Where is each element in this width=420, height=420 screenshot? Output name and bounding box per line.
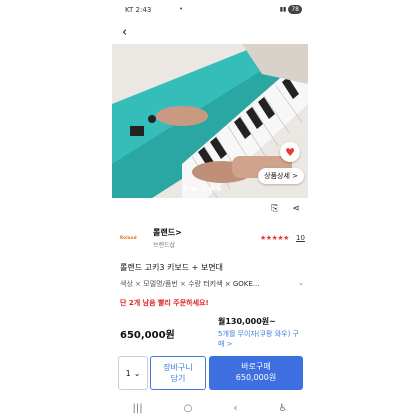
status-time: KT 2:43 — [125, 6, 152, 14]
left-margin — [0, 0, 112, 420]
phone-screen: KT 2:43 • ▮▮ 78 ‹ ♥ 상품상세 > ⎘ ⋖ Roland 롤랜… — [112, 0, 308, 420]
option-value: 터키색 × GOKE... — [203, 280, 260, 288]
brand-logo: Roland — [120, 235, 137, 240]
rating-count-link[interactable]: 10 — [296, 234, 305, 242]
carousel-dot-active — [191, 187, 197, 191]
brand-row: Roland 롤랜드> 브랜드샵 ★★★★★ 10 — [120, 226, 308, 252]
notification-dot-icon: • — [179, 5, 184, 13]
wishlist-heart-button[interactable]: ♥ — [280, 142, 300, 162]
cart-label-line1: 장바구니 — [163, 363, 193, 372]
purchase-bar: 1 ⌄ 장바구니 담기 바로구매 650,000원 — [112, 356, 308, 392]
share-icon[interactable]: ⋖ — [292, 204, 300, 214]
option-selector[interactable]: 색상 × 모델명/품번 × 수량 터키색 × GOKE... ⌄ — [120, 279, 306, 289]
gift-icon[interactable]: ⎘ — [271, 204, 278, 214]
option-label: 색상 × 모델명/품번 × 수량 — [120, 280, 201, 288]
add-to-cart-button[interactable]: 장바구니 담기 — [150, 356, 206, 390]
back-arrow-icon[interactable]: ‹ — [122, 26, 134, 40]
accessibility-icon[interactable]: ♿ — [279, 403, 288, 414]
status-bar: KT 2:43 • ▮▮ 78 — [112, 5, 308, 17]
brand-shop-label: 브랜드샵 — [153, 242, 176, 249]
product-detail-button[interactable]: 상품상세 > — [258, 168, 304, 184]
monthly-price: 월130,000원~ — [218, 317, 276, 326]
quantity-value: 1 — [125, 368, 131, 378]
carousel-dots — [183, 187, 221, 191]
signal-icon: ▮▮ — [279, 6, 287, 13]
system-nav-bar: ||| ○ ‹ ♿ — [112, 396, 308, 420]
product-price: 650,000원 — [120, 330, 175, 341]
cart-label-line2: 담기 — [170, 374, 186, 383]
back-icon[interactable]: ‹ — [233, 403, 237, 414]
product-title: 롤랜드 고키3 키보드 + 보면대 — [120, 263, 223, 272]
buy-label: 바로구매 — [241, 362, 271, 371]
buy-price: 650,000원 — [235, 373, 277, 382]
chevron-down-icon: ⌄ — [133, 368, 141, 378]
home-icon[interactable]: ○ — [184, 403, 193, 414]
quantity-select[interactable]: 1 ⌄ — [118, 356, 148, 390]
installment-link[interactable]: 5개월 무이자(쿠팡 와우) 구매 > — [218, 329, 304, 349]
rating-stars: ★★★★★ — [260, 234, 289, 242]
action-icons: ⎘ ⋖ — [271, 204, 300, 214]
recent-apps-icon[interactable]: ||| — [133, 403, 143, 414]
stock-alert: 단 2개 남음 빨리 주문하세요! — [120, 299, 209, 307]
carousel-dot — [217, 187, 221, 191]
carousel-dot — [209, 187, 213, 191]
right-margin — [308, 0, 420, 420]
status-icons: ▮▮ 78 — [280, 5, 302, 14]
brand-name-link[interactable]: 롤랜드> — [153, 227, 182, 238]
carousel-dot — [183, 187, 187, 191]
chevron-down-icon: ⌄ — [298, 279, 304, 287]
carousel-dot — [201, 187, 205, 191]
buy-now-button[interactable]: 바로구매 650,000원 — [209, 356, 303, 390]
battery-badge: 78 — [288, 5, 302, 14]
